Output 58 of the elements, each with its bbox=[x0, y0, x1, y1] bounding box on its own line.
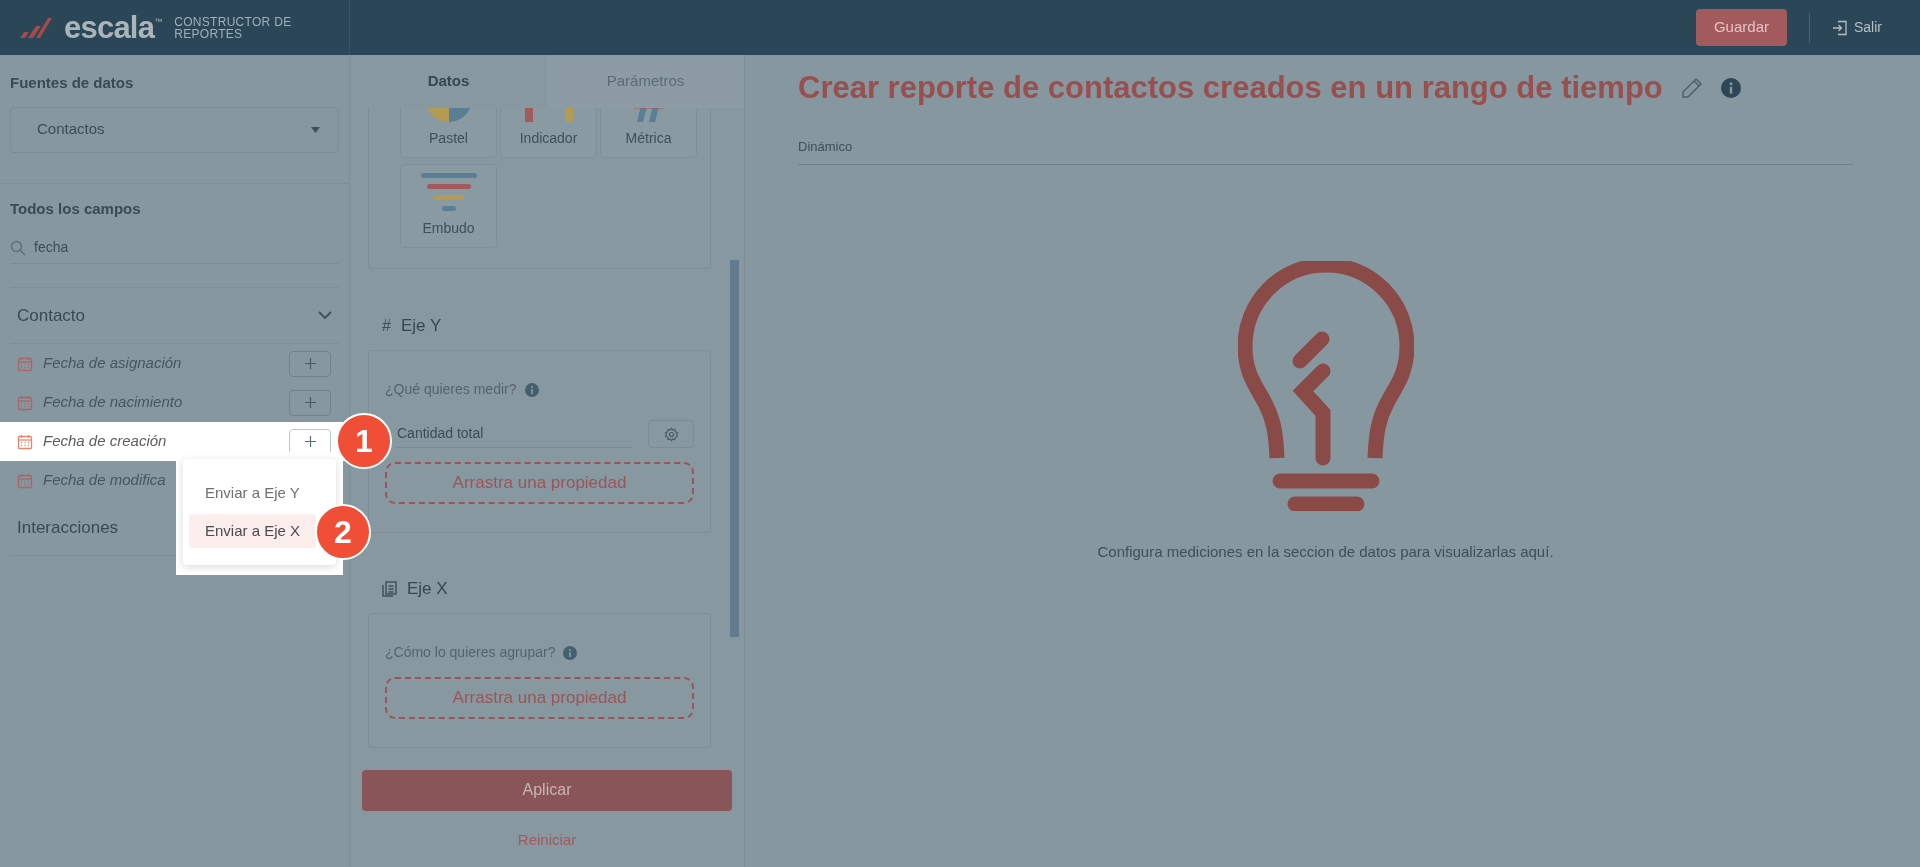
chart-type-tile[interactable]: Embudo bbox=[400, 164, 497, 248]
drop-zone[interactable]: Arrastra una propiedad bbox=[385, 462, 694, 504]
funnel-icon bbox=[419, 172, 478, 212]
plus-icon bbox=[304, 397, 316, 408]
drop-zone[interactable]: Arrastra una propiedad bbox=[385, 677, 694, 719]
calendar-icon bbox=[17, 472, 33, 489]
logo-subtitle: CONSTRUCTOR DE REPORTES bbox=[174, 15, 293, 40]
menu-item[interactable]: Enviar a Eje X bbox=[189, 514, 316, 548]
info-icon bbox=[524, 382, 539, 397]
trademark: ™ bbox=[154, 17, 163, 26]
chart-type-tile[interactable]: Pastel bbox=[400, 108, 497, 158]
calendar-icon bbox=[17, 394, 33, 411]
calendar-icon bbox=[17, 433, 33, 450]
chart-type-tile[interactable]: Métrica bbox=[600, 108, 697, 158]
field-label: Fecha de creación bbox=[43, 431, 167, 452]
apply-button[interactable]: Aplicar bbox=[362, 769, 732, 811]
pencil-icon[interactable] bbox=[1680, 77, 1703, 100]
copy-icon bbox=[382, 581, 397, 597]
chevron-down-icon[interactable] bbox=[318, 311, 332, 320]
field-label: Fecha de modifica bbox=[43, 470, 166, 491]
logo-text: escala bbox=[64, 12, 155, 43]
group-title[interactable]: Contacto bbox=[17, 302, 86, 329]
add-button[interactable] bbox=[289, 389, 331, 416]
settings-icon bbox=[663, 426, 679, 442]
search-field[interactable]: fecha bbox=[10, 232, 339, 264]
info-icon bbox=[563, 645, 578, 660]
lightbulb-icon bbox=[1237, 260, 1414, 511]
scrollbar[interactable] bbox=[730, 260, 739, 637]
group-header[interactable]: Contacto bbox=[10, 288, 339, 344]
report-tab[interactable]: Dinámico bbox=[798, 138, 853, 154]
field-label: Fecha de nacimiento bbox=[43, 392, 183, 413]
group-title[interactable]: Interacciones bbox=[17, 514, 119, 541]
plus-icon bbox=[304, 358, 316, 369]
axis-title: Eje X bbox=[407, 578, 448, 601]
chart-type-tile[interactable]: Indicador bbox=[500, 108, 597, 158]
empty-state-message: Configura mediciones en la seccion de datos para visualizarlas aquí. bbox=[1097, 541, 1554, 562]
add-button[interactable] bbox=[289, 350, 331, 377]
reset-button[interactable]: Reiniciar bbox=[517, 828, 577, 851]
settings-button[interactable] bbox=[648, 420, 694, 448]
save-button[interactable]: Guardar bbox=[1695, 9, 1787, 46]
field-row[interactable]: Fecha de asignación bbox=[0, 344, 349, 383]
logo-icon bbox=[18, 15, 52, 40]
calendar-icon bbox=[17, 355, 33, 372]
source-select[interactable]: Contactos bbox=[10, 106, 339, 153]
measure-field[interactable]: Cantidad total bbox=[397, 420, 632, 448]
section-title: Todos los campos bbox=[10, 198, 142, 219]
search-icon bbox=[10, 239, 26, 256]
exit-button[interactable]: Salir bbox=[1832, 17, 1882, 38]
panel-tab[interactable]: Datos bbox=[350, 55, 547, 108]
field-label: Fecha de asignación bbox=[43, 353, 182, 374]
section-title: Fuentes de datos bbox=[10, 73, 135, 93]
hash-icon: # bbox=[382, 314, 391, 338]
info-icon bbox=[1720, 78, 1741, 99]
report-title: Crear reporte de contactos creados en un rango de tiempo bbox=[798, 69, 1663, 107]
plus-icon bbox=[304, 436, 316, 447]
exit-icon bbox=[1832, 19, 1848, 36]
axis-title: Eje Y bbox=[400, 315, 442, 338]
dropdown-caret-icon bbox=[311, 126, 320, 133]
